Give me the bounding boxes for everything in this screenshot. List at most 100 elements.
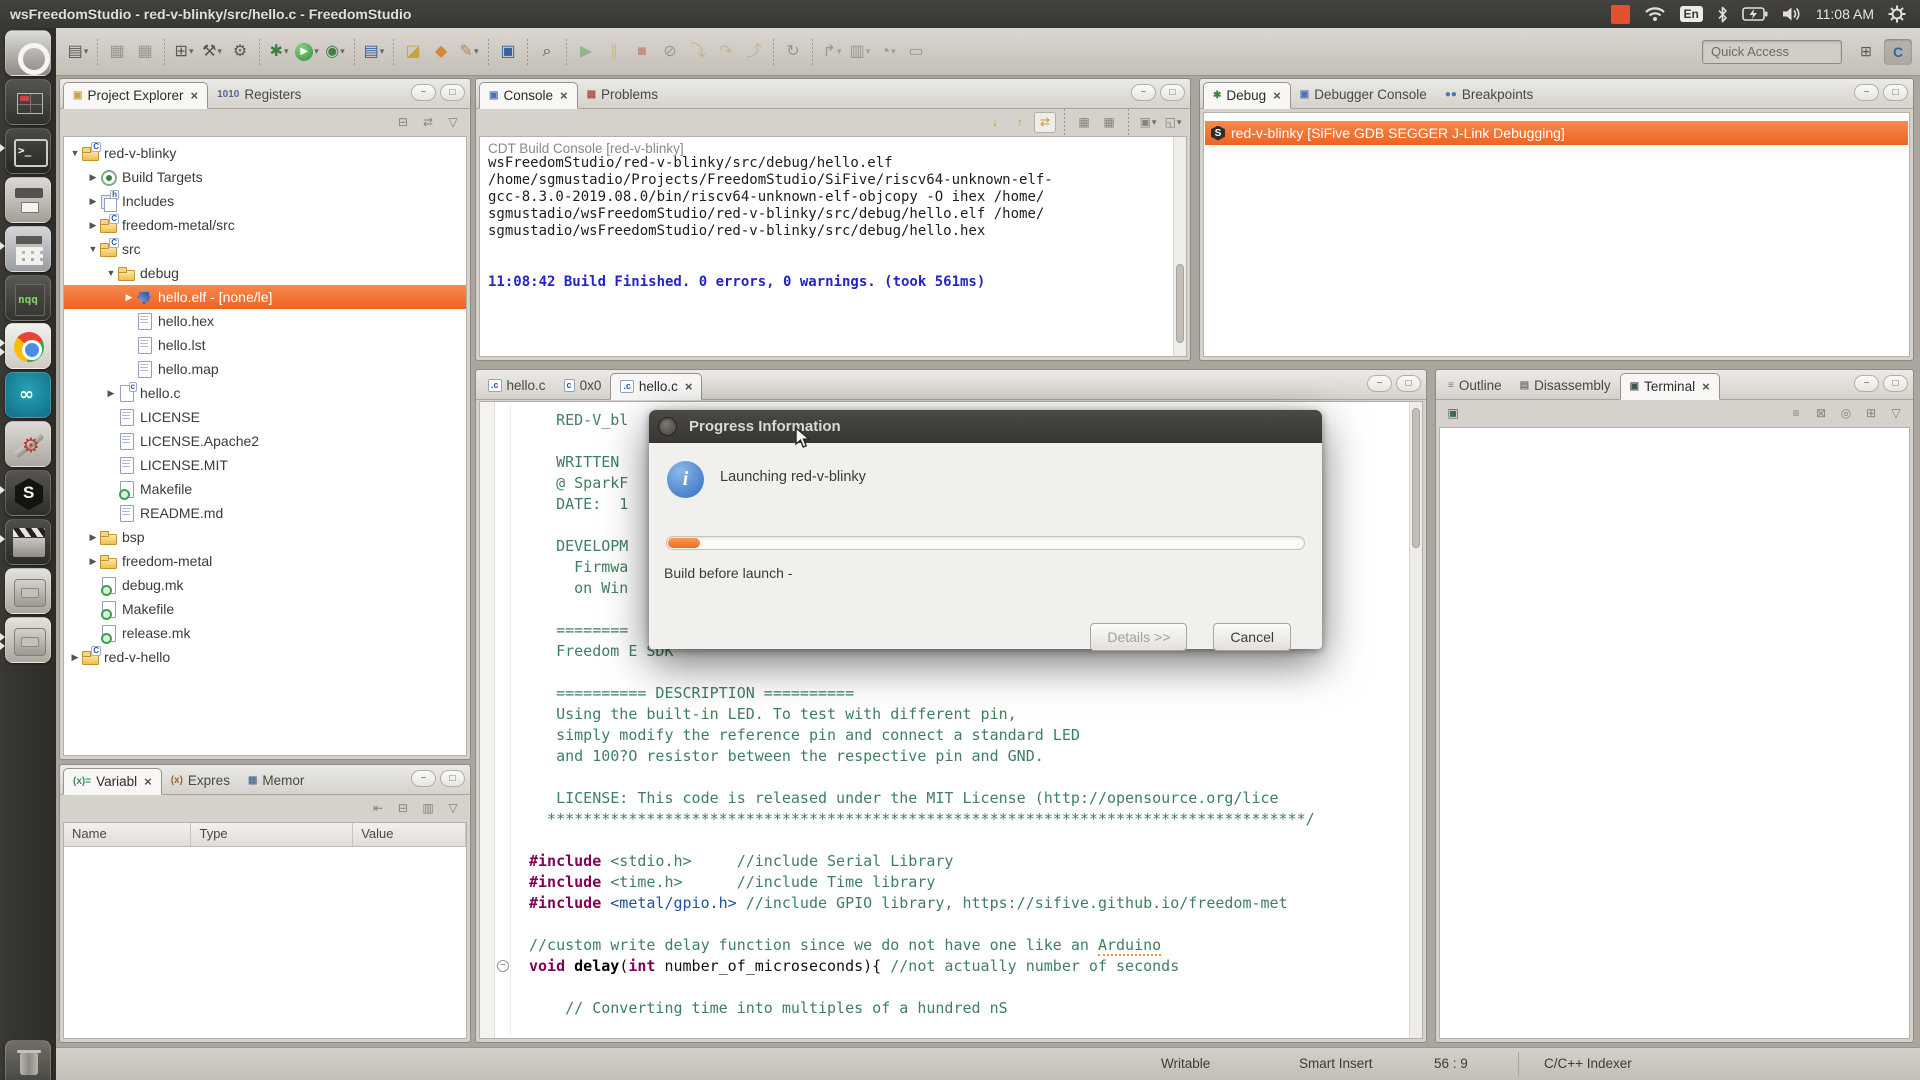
tree-item-readme-md[interactable]: README.md: [64, 501, 466, 525]
minimize-button[interactable]: −: [1131, 84, 1156, 101]
tree-item-hello-elf-none-le-[interactable]: ▶hello.elf - [none/le]: [64, 285, 466, 309]
columns-button[interactable]: ▥: [417, 798, 439, 819]
restart-button[interactable]: ↻: [779, 37, 807, 67]
dropdown-arrow-icon[interactable]: ▾: [189, 46, 194, 57]
launcher-disk-utility-1-icon[interactable]: [5, 568, 51, 614]
collapse-all-button[interactable]: ⊟: [392, 798, 414, 819]
console-scrollbar[interactable]: [1173, 137, 1186, 356]
dropdown-arrow-icon[interactable]: ▾: [837, 46, 842, 57]
show-type-names-button[interactable]: ⇤: [367, 798, 389, 819]
launcher-disk-utility-2-icon[interactable]: [5, 617, 51, 663]
new-c-file-button[interactable]: ▤▾: [360, 37, 388, 67]
tab-disassembly[interactable]: ▤Disassembly: [1511, 372, 1620, 399]
tree-item-includes[interactable]: ▶hIncludes: [64, 189, 466, 213]
launcher-notepadqq-icon[interactable]: nqq: [5, 275, 51, 321]
dropdown-arrow-icon[interactable]: ▾: [284, 46, 289, 57]
disconnect-button[interactable]: ⊘: [656, 37, 684, 67]
pin-view-button[interactable]: ▭: [902, 37, 930, 67]
view-menu-button[interactable]: ▽: [442, 112, 464, 133]
minimize-button[interactable]: −: [411, 770, 436, 787]
open-folder-button[interactable]: ◪: [399, 37, 427, 67]
dropdown-arrow-icon[interactable]: ▾: [1152, 117, 1157, 128]
minimize-button[interactable]: −: [1854, 84, 1879, 101]
cpp-perspective-button[interactable]: C: [1884, 39, 1912, 65]
bluetooth-icon[interactable]: [1717, 6, 1728, 23]
dropdown-arrow-icon[interactable]: ▾: [866, 46, 871, 57]
run-button[interactable]: ▶▾: [293, 37, 321, 67]
tab-terminal[interactable]: ▣Terminal×: [1620, 373, 1720, 400]
dropdown-arrow-icon[interactable]: ▾: [314, 46, 319, 57]
launcher-workspace-switcher-icon[interactable]: [5, 79, 51, 125]
expander-closed-icon[interactable]: ▶: [104, 388, 118, 399]
dialog-window-button[interactable]: [658, 417, 677, 436]
launcher-trash-icon[interactable]: [5, 1040, 51, 1080]
tab-project-explorer[interactable]: ▣Project Explorer×: [63, 82, 208, 109]
tree-item-license-apache2[interactable]: LICENSE.Apache2: [64, 429, 466, 453]
scroll-lock-button[interactable]: ▦: [1098, 112, 1120, 133]
scroll-lock-button[interactable]: ≡: [1785, 403, 1807, 424]
dropdown-arrow-icon[interactable]: ▾: [1177, 117, 1182, 128]
expander-closed-icon[interactable]: ▶: [68, 652, 82, 663]
tree-item-src[interactable]: ▼Csrc: [64, 237, 466, 261]
launcher-video-editor-icon[interactable]: [5, 519, 51, 565]
launcher-tools-icon[interactable]: ⚙: [5, 421, 51, 467]
close-icon[interactable]: ×: [144, 774, 152, 789]
clear-console-button[interactable]: ▦: [1073, 112, 1095, 133]
fold-collapse-icon[interactable]: −: [497, 960, 509, 972]
tree-item-makefile[interactable]: Makefile: [64, 597, 466, 621]
tree-item-red-v-hello[interactable]: ▶Cred-v-hello: [64, 645, 466, 669]
close-icon[interactable]: ×: [1273, 88, 1281, 103]
maximize-button[interactable]: □: [1396, 375, 1421, 392]
launcher-chrome-icon[interactable]: [5, 323, 51, 369]
details-button[interactable]: Details >>: [1090, 623, 1187, 651]
dropdown-arrow-icon[interactable]: ▾: [340, 46, 345, 57]
cancel-button[interactable]: Cancel: [1213, 623, 1291, 651]
tab-debugger-console[interactable]: ▣Debugger Console: [1291, 81, 1436, 108]
close-icon[interactable]: ×: [560, 88, 568, 103]
column-header-name[interactable]: Name: [64, 823, 191, 846]
dialog-titlebar[interactable]: Progress Information: [649, 410, 1322, 443]
tree-item-debug-mk[interactable]: debug.mk: [64, 573, 466, 597]
maximize-button[interactable]: □: [440, 84, 465, 101]
expander-closed-icon[interactable]: ▶: [86, 220, 100, 231]
scroll-to-top-button[interactable]: ↑: [1009, 112, 1031, 133]
tree-item-hello-hex[interactable]: hello.hex: [64, 309, 466, 333]
expander-open-icon[interactable]: ▼: [104, 268, 118, 278]
expander-closed-icon[interactable]: ▶: [86, 532, 100, 543]
session-gear-icon[interactable]: [1888, 5, 1906, 23]
open-console-button[interactable]: ▣: [494, 37, 522, 67]
maximize-button[interactable]: □: [1883, 84, 1908, 101]
run-history-button[interactable]: ◔▾: [874, 37, 902, 67]
maximize-button[interactable]: □: [1160, 84, 1185, 101]
tab-hello-c[interactable]: .chello.c×: [610, 373, 702, 400]
link-with-editor-button[interactable]: ⇄: [417, 112, 439, 133]
tree-item-bsp[interactable]: ▶bsp: [64, 525, 466, 549]
expander-closed-icon[interactable]: ▶: [122, 292, 136, 303]
launcher-freedom-studio-icon[interactable]: S: [5, 470, 51, 516]
minimize-button[interactable]: −: [1854, 375, 1879, 392]
minimize-button[interactable]: −: [1367, 375, 1392, 392]
new-button[interactable]: ▤▾: [64, 37, 92, 67]
close-icon[interactable]: ×: [1702, 379, 1710, 394]
tree-item-license[interactable]: LICENSE: [64, 405, 466, 429]
display-selected-console-button[interactable]: ▣▾: [1137, 112, 1159, 133]
volume-icon[interactable]: [1782, 6, 1802, 22]
tab-hello-c[interactable]: .chello.c: [479, 372, 555, 399]
debug-button[interactable]: ✱▾: [265, 37, 293, 67]
tab-console[interactable]: ▣Console×: [479, 82, 578, 109]
tree-item-hello-c[interactable]: ▶chello.c: [64, 381, 466, 405]
tab-outline[interactable]: ≡Outline: [1439, 372, 1511, 399]
profile-button[interactable]: ◉▾: [321, 37, 349, 67]
collapse-all-button[interactable]: ⊟: [392, 112, 414, 133]
view-menu-button[interactable]: ▽: [1885, 403, 1907, 424]
dropdown-arrow-icon[interactable]: ▾: [380, 46, 385, 57]
maximize-button[interactable]: □: [440, 770, 465, 787]
battery-icon[interactable]: [1742, 7, 1768, 21]
quick-access-input[interactable]: Quick Access: [1702, 40, 1842, 64]
instruction-stepping-button[interactable]: ↱▾: [818, 37, 846, 67]
follow-output-button[interactable]: ⇄: [1034, 112, 1056, 133]
clear-terminal-button[interactable]: ⊠: [1810, 403, 1832, 424]
clock[interactable]: 11:08 AM: [1816, 6, 1874, 22]
dropdown-arrow-icon[interactable]: ▾: [891, 46, 896, 57]
expander-open-icon[interactable]: ▼: [86, 244, 100, 254]
